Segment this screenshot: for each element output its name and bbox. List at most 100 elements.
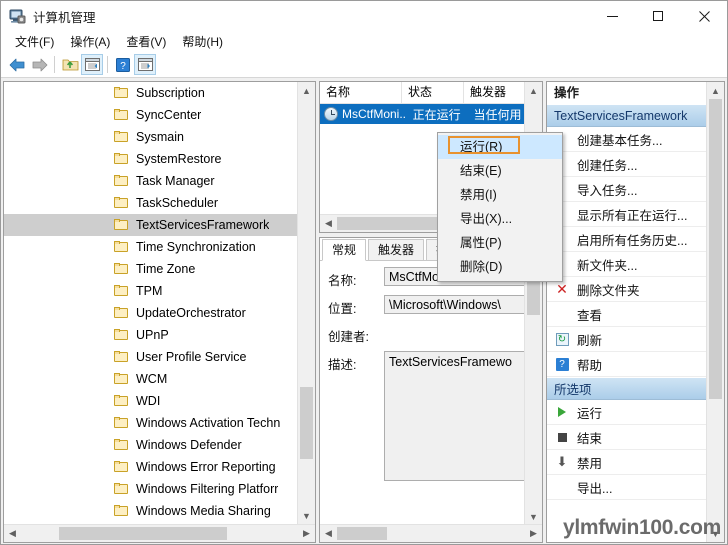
action-item[interactable]: 导出... bbox=[547, 475, 724, 500]
action-item[interactable]: ✕ 删除文件夹 bbox=[547, 277, 724, 302]
tree-item[interactable]: Task Manager bbox=[4, 170, 298, 192]
console-tree[interactable]: Subscription SyncCenter Sysmain SystemResto… bbox=[4, 82, 315, 524]
action-item[interactable]: 结束 bbox=[547, 425, 724, 450]
forward-button[interactable] bbox=[28, 54, 50, 75]
context-menu-item[interactable]: 结束(E) bbox=[438, 159, 562, 183]
minimize-button[interactable] bbox=[589, 1, 635, 31]
tree-item[interactable]: Subscription bbox=[4, 82, 298, 104]
tree-item-label: Windows Defender bbox=[136, 438, 242, 452]
menu-view[interactable]: 查看(V) bbox=[120, 31, 176, 53]
actions-vertical-scrollbar[interactable]: ▲ ▼ bbox=[706, 82, 724, 542]
context-menu-item[interactable]: 导出(X)... bbox=[438, 207, 562, 231]
detail-scroll-left-arrow[interactable]: ◀ bbox=[320, 525, 337, 542]
action-item[interactable]: ⬇ 禁用 bbox=[547, 450, 724, 475]
tree-item[interactable]: UpdateOrchestrator bbox=[4, 302, 298, 324]
action-item[interactable]: ↻ 刷新 bbox=[547, 327, 724, 352]
show-hide-action-pane-button[interactable] bbox=[134, 54, 156, 75]
menu-file[interactable]: 文件(F) bbox=[9, 31, 64, 53]
context-menu-item[interactable]: 属性(P) bbox=[438, 231, 562, 255]
actions-scroll-thumb[interactable] bbox=[709, 99, 722, 399]
tree-item[interactable]: Sysmain bbox=[4, 126, 298, 148]
tree-item[interactable]: User Profile Service bbox=[4, 346, 298, 368]
field-location-value[interactable]: \Microsoft\Windows\ bbox=[384, 295, 532, 314]
tree-item-label: Windows Activation Techn bbox=[136, 416, 281, 430]
maximize-button[interactable] bbox=[635, 1, 681, 31]
action-item[interactable]: 导入任务... bbox=[547, 177, 724, 202]
scroll-down-arrow[interactable]: ▼ bbox=[298, 507, 315, 524]
tree-item-label: TaskScheduler bbox=[136, 196, 218, 210]
field-location-label: 位置: bbox=[328, 302, 357, 316]
tree-item[interactable]: TPM bbox=[4, 280, 298, 302]
scroll-right-arrow[interactable]: ▶ bbox=[298, 525, 315, 542]
action-item-label: 删除文件夹 bbox=[577, 283, 640, 298]
actions-group-header-folder[interactable]: TextServicesFramework ▲ bbox=[547, 104, 724, 127]
tree-item[interactable]: Windows Media Sharing bbox=[4, 500, 298, 522]
column-header-name[interactable]: 名称 bbox=[320, 82, 402, 103]
context-menu-item[interactable]: 删除(D) bbox=[438, 255, 562, 279]
tree-item[interactable]: Windows Activation Techn bbox=[4, 412, 298, 434]
up-folder-button[interactable] bbox=[59, 54, 81, 75]
detail-scroll-right-arrow[interactable]: ▶ bbox=[525, 525, 542, 542]
task-scroll-left-arrow[interactable]: ◀ bbox=[320, 215, 337, 232]
tree-item[interactable]: UPnP bbox=[4, 324, 298, 346]
detail-horizontal-scrollbar[interactable]: ◀ ▶ bbox=[320, 524, 542, 542]
help-button[interactable]: ? bbox=[112, 54, 134, 75]
tree-item[interactable]: Time Zone bbox=[4, 258, 298, 280]
actions-group-header-selected[interactable]: 所选项 ▲ bbox=[547, 377, 724, 400]
context-menu-item[interactable]: 禁用(I) bbox=[438, 183, 562, 207]
task-scroll-up-arrow[interactable]: ▲ bbox=[525, 82, 542, 99]
tree-horizontal-scrollbar[interactable]: ◀ ▶ bbox=[4, 524, 315, 542]
help-icon: ? bbox=[551, 357, 573, 371]
action-item[interactable]: 启用所有任务历史... bbox=[547, 227, 724, 252]
tree-item[interactable]: WDI bbox=[4, 390, 298, 412]
field-author-value bbox=[384, 323, 542, 342]
context-menu[interactable]: 运行(R) 结束(E) 禁用(I) 导出(X)... 属性(P) 删除(D) bbox=[437, 132, 563, 282]
tree-item[interactable]: Windows Error Reporting bbox=[4, 456, 298, 478]
tree-item[interactable]: TaskScheduler bbox=[4, 192, 298, 214]
tree-item-label: Task Manager bbox=[136, 174, 215, 188]
scroll-left-arrow[interactable]: ◀ bbox=[4, 525, 21, 542]
hscroll-thumb[interactable] bbox=[59, 527, 227, 540]
tab-triggers[interactable]: 触发器 bbox=[368, 239, 425, 260]
tree-item[interactable]: Windows Defender bbox=[4, 434, 298, 456]
tree-item-label: WCM bbox=[136, 372, 168, 386]
annotation-highlight-box bbox=[448, 136, 520, 154]
toolbar: ? bbox=[1, 52, 727, 78]
tree-item-label: Time Synchronization bbox=[136, 240, 256, 254]
detail-scroll-thumb[interactable] bbox=[527, 277, 540, 315]
table-row[interactable]: MsCtfMoni... 正在运行 当任何用 bbox=[320, 104, 542, 124]
actions-scroll-up-arrow[interactable]: ▲ bbox=[707, 82, 724, 99]
tree-item[interactable]: Windows Filtering Platforr bbox=[4, 478, 298, 500]
detail-scroll-down-arrow[interactable]: ▼ bbox=[525, 508, 542, 525]
action-item-label: 查看 bbox=[577, 308, 603, 323]
back-button[interactable] bbox=[6, 54, 28, 75]
tree-item[interactable]: WCM bbox=[4, 368, 298, 390]
close-button[interactable] bbox=[681, 1, 727, 31]
action-item[interactable]: 查看▶ bbox=[547, 302, 724, 327]
menu-help[interactable]: 帮助(H) bbox=[176, 31, 233, 53]
action-item[interactable]: ? 帮助 bbox=[547, 352, 724, 377]
action-item-label: 启用所有任务历史... bbox=[577, 233, 688, 248]
scroll-thumb[interactable] bbox=[300, 387, 313, 459]
detail-hscroll-thumb[interactable] bbox=[337, 527, 387, 540]
action-item[interactable]: 创建任务... bbox=[547, 152, 724, 177]
hscroll-track[interactable] bbox=[21, 527, 298, 540]
tab-general[interactable]: 常规 bbox=[322, 239, 367, 261]
tree-item[interactable]: SyncCenter bbox=[4, 104, 298, 126]
menu-action[interactable]: 操作(A) bbox=[64, 31, 120, 53]
action-item[interactable]: 新文件夹... bbox=[547, 252, 724, 277]
tree-item[interactable]: Time Synchronization bbox=[4, 236, 298, 258]
tree-item[interactable]: TextServicesFramework bbox=[4, 214, 298, 236]
tree-vertical-scrollbar[interactable]: ▲ ▼ bbox=[297, 82, 315, 524]
tree-item[interactable]: SystemRestore bbox=[4, 148, 298, 170]
field-description-value[interactable]: TextServicesFramewo bbox=[384, 351, 532, 481]
scroll-up-arrow[interactable]: ▲ bbox=[298, 82, 315, 99]
column-header-status[interactable]: 状态 bbox=[402, 82, 464, 103]
show-hide-tree-button[interactable] bbox=[81, 54, 103, 75]
detail-hscroll-track[interactable] bbox=[337, 527, 525, 540]
action-item[interactable]: 创建基本任务... bbox=[547, 127, 724, 152]
field-name-label: 名称: bbox=[328, 274, 357, 288]
action-item[interactable]: 显示所有正在运行... bbox=[547, 202, 724, 227]
action-item[interactable]: 运行 bbox=[547, 400, 724, 425]
detail-vertical-scrollbar[interactable]: ▲ ▼ bbox=[524, 260, 542, 525]
